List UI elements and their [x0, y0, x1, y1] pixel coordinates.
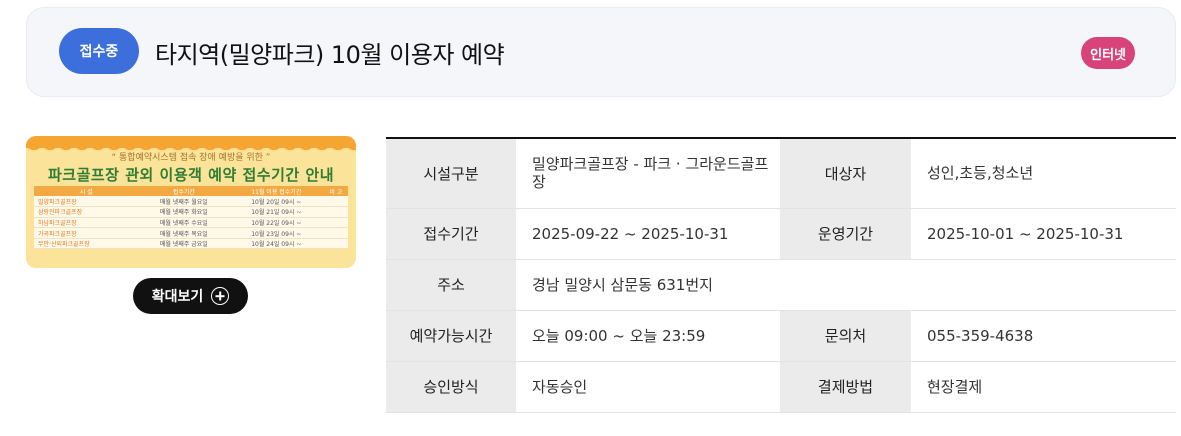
info-row: 예약가능시간 오늘 09:00 ~ 오늘 23:59 문의처 055-359-4… — [386, 310, 1176, 362]
page-title: 타지역(밀양파크) 10월 이용자 예약 — [155, 41, 505, 69]
address-label: 주소 — [386, 259, 516, 311]
payment-method-value: 현장결제 — [911, 361, 1176, 413]
poster-cell: 가곡파크골프장 — [34, 227, 139, 239]
target-value: 성인,초등,청소년 — [911, 138, 1176, 209]
poster-cell: 무안·산외파크골프장 — [34, 238, 139, 250]
poster-cell: 10월 21일 09시 ~ — [229, 206, 324, 218]
poster-table: 시 설 접수기간 11월 이용 접수기간 비 고 밀양파크골프장 매월 넷째주 … — [34, 186, 348, 250]
poster-row: 밀양파크골프장 매월 넷째주 월요일 10월 20일 09시 ~ — [34, 196, 348, 208]
payment-method-label: 결제방법 — [780, 361, 911, 413]
contact-label: 문의처 — [780, 310, 911, 362]
poster-title: 파크골프장 관외 이용객 예약 접수기간 안내 — [47, 166, 334, 184]
poster-cell — [323, 196, 348, 208]
status-badge: 접수중 — [59, 28, 139, 74]
operation-period-value: 2025-10-01 ~ 2025-10-31 — [911, 208, 1176, 260]
poster-row: 무안·산외파크골프장 매월 넷째주 금요일 10월 24일 09시 ~ — [34, 238, 348, 250]
poster-row: 삼랑진파크골프장 매월 넷째주 화요일 10월 21일 09시 ~ — [34, 206, 348, 218]
poster-col-header: 시 설 — [34, 186, 139, 196]
approval-method-label: 승인방식 — [386, 361, 516, 413]
reservation-header: 접수중 타지역(밀양파크) 10월 이용자 예약 인터넷 — [26, 7, 1176, 97]
poster-cell: 매월 넷째주 수요일 — [138, 217, 230, 229]
poster-cell: 10월 20일 09시 ~ — [229, 196, 324, 208]
zoom-button[interactable]: 확대보기 — [133, 278, 248, 314]
poster-cell: 삼랑진파크골프장 — [34, 206, 139, 218]
poster-row: 가곡파크골프장 매월 넷째주 목요일 10월 23일 09시 ~ — [34, 227, 348, 239]
target-label: 대상자 — [780, 138, 911, 209]
info-row: 접수기간 2025-09-22 ~ 2025-10-31 운영기간 2025-1… — [386, 208, 1176, 260]
zoom-button-label: 확대보기 — [151, 289, 204, 305]
poster-cell — [323, 227, 348, 239]
operation-period-label: 운영기간 — [780, 208, 911, 260]
poster-cell: 매월 넷째주 화요일 — [138, 206, 230, 218]
poster-cell: 밀양파크골프장 — [34, 196, 139, 208]
contact-value: 055-359-4638 — [911, 310, 1176, 362]
poster-cell: 10월 22일 09시 ~ — [229, 217, 324, 229]
reception-period-value: 2025-09-22 ~ 2025-10-31 — [516, 208, 780, 260]
poster-row: 하남파크골프장 매월 넷째주 수요일 10월 22일 09시 ~ — [34, 217, 348, 229]
poster-cell: 매월 넷째주 월요일 — [138, 196, 230, 208]
reception-period-label: 접수기간 — [386, 208, 516, 260]
approval-method-value: 자동승인 — [516, 361, 780, 413]
poster-cell — [323, 206, 348, 218]
poster-subtitle: “ 통합예약시스템 접속 장애 예방을 위한 ” — [111, 153, 271, 163]
reservation-info-table: 시설구분 밀양파크골프장 - 파크 · 그라운드골프장 대상자 성인,초등,청소… — [386, 137, 1176, 413]
poster-col-header: 비 고 — [323, 186, 348, 196]
poster-cell: 10월 23일 09시 ~ — [229, 227, 324, 239]
poster-cell: 하남파크골프장 — [34, 217, 139, 229]
poster-cell — [323, 238, 348, 250]
available-time-label: 예약가능시간 — [386, 310, 516, 362]
poster-cell — [323, 217, 348, 229]
info-row: 시설구분 밀양파크골프장 - 파크 · 그라운드골프장 대상자 성인,초등,청소… — [386, 138, 1176, 209]
plus-circle-icon — [211, 287, 230, 305]
poster-cell: 매월 넷째주 금요일 — [138, 238, 230, 250]
poster-col-header: 접수기간 — [138, 186, 230, 196]
info-row: 주소 경남 밀양시 삼문동 631번지 — [386, 259, 1176, 311]
address-value: 경남 밀양시 삼문동 631번지 — [516, 259, 1176, 311]
info-row: 승인방식 자동승인 결제방법 현장결제 — [386, 361, 1176, 413]
facility-poster-image[interactable]: “ 통합예약시스템 접속 장애 예방을 위한 ” 파크골프장 관외 이용객 예약… — [26, 136, 356, 268]
available-time-value: 오늘 09:00 ~ 오늘 23:59 — [516, 310, 780, 362]
facility-label: 시설구분 — [386, 138, 516, 209]
poster-col-header: 11월 이용 접수기간 — [229, 186, 324, 196]
poster-cell: 매월 넷째주 목요일 — [138, 227, 230, 239]
channel-badge: 인터넷 — [1081, 37, 1135, 69]
poster-cell: 10월 24일 09시 ~ — [229, 238, 324, 250]
facility-value: 밀양파크골프장 - 파크 · 그라운드골프장 — [516, 138, 780, 209]
